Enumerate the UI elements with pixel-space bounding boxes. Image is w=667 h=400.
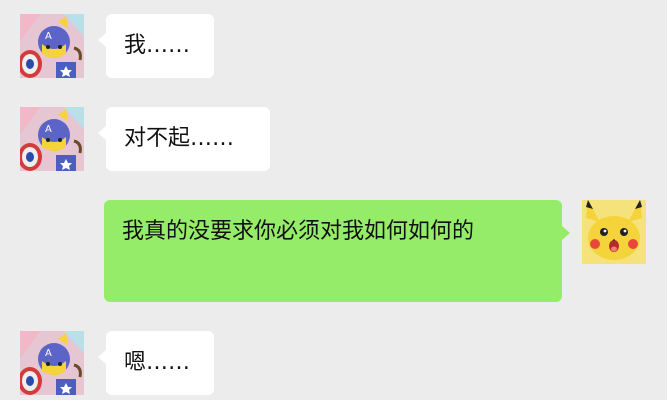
self-avatar[interactable] [582,200,646,264]
message-bubble-received[interactable]: 对不起…… [98,107,270,171]
bubble-tail [98,350,106,364]
contact-avatar[interactable]: A [20,107,84,171]
pikachu-captain-avatar-icon: A [20,331,84,395]
bubble-tail [98,126,106,140]
message-text: 对不起…… [124,126,235,151]
svg-text:A: A [45,124,52,135]
chat-screen: { "conversation": { "messages": [ { "sen… [0,0,667,400]
message-text: 嗯…… [124,350,191,375]
message-text: 我…… [124,33,191,58]
svg-text:A: A [45,348,52,359]
pikachu-captain-avatar-icon: A [20,14,84,78]
pikachu-captain-avatar-icon: A [20,107,84,171]
message-bubble-received[interactable]: 我…… [98,14,214,78]
bubble-tail [98,33,106,47]
pikachu-avatar-icon [582,200,646,264]
message-bubble-sent[interactable]: 我真的没要求你必须对我如何如何的 [104,200,570,302]
contact-avatar[interactable]: A [20,331,84,395]
message-bubble-received[interactable]: 嗯…… [98,331,214,395]
contact-avatar[interactable]: A [20,14,84,78]
message-text: 我真的没要求你必须对我如何如何的 [122,219,475,244]
bubble-tail [562,226,570,240]
svg-text:A: A [45,31,52,42]
